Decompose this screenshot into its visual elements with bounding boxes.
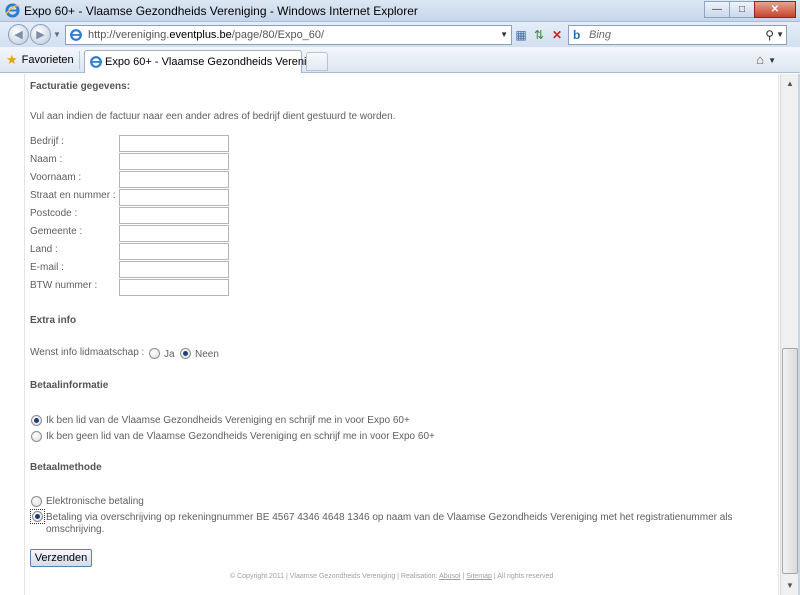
non-member-registration-label: Ik ben geen lid van de Vlaamse Gezondhei… (46, 431, 435, 442)
bank-transfer-label-line1: Betaling via overschrijving op rekeningn… (46, 512, 733, 523)
footer-link-abusol[interactable]: Abusol (439, 573, 460, 580)
membership-yes-radio[interactable] (149, 348, 160, 359)
address-bar[interactable]: http://vereniging.eventplus.be/page/80/E… (65, 25, 512, 45)
invoice-intro: Vul aan indien de factuur naar een ander… (30, 111, 396, 122)
address-url: http://vereniging.eventplus.be/page/80/E… (88, 29, 325, 41)
new-tab-button[interactable] (306, 52, 328, 71)
bedrijf-field[interactable] (119, 135, 229, 152)
page-favicon-icon (70, 29, 82, 41)
submit-button[interactable]: Verzenden (30, 549, 92, 567)
voornaam-field[interactable] (119, 171, 229, 188)
refresh-icon[interactable]: ⇅ (530, 26, 548, 44)
label-land: Land : (30, 244, 58, 255)
maximize-button[interactable]: □ (729, 1, 755, 18)
electronic-payment-radio[interactable] (31, 496, 42, 507)
non-member-registration-radio[interactable] (31, 431, 42, 442)
forward-button[interactable]: ▶ (30, 24, 51, 45)
extra-info-heading: Extra info (30, 315, 77, 326)
favorites-bar: ★ Favorieten Expo 60+ - Vlaamse Gezondhe… (0, 47, 800, 73)
close-icon: ✕ (770, 4, 780, 15)
search-placeholder: Bing (589, 29, 612, 41)
internet-explorer-icon (5, 3, 20, 18)
scroll-down-icon[interactable]: ▼ (782, 577, 798, 593)
payment-info-heading: Betaalinformatie (30, 380, 109, 391)
label-bedrijf: Bedrijf : (30, 136, 64, 147)
page-footer: © Copyright 2011 | Vlaamse Gezondheids V… (230, 573, 553, 580)
membership-question: Wenst info lidmaatschap : (30, 347, 145, 358)
home-dropdown-icon[interactable]: ▼ (768, 56, 776, 65)
minimize-icon: — (712, 4, 722, 15)
favorites-label: Favorieten (21, 54, 74, 66)
email-field[interactable] (119, 261, 229, 278)
land-field[interactable] (119, 243, 229, 260)
bing-logo-icon: b (573, 28, 581, 42)
vertical-scrollbar[interactable]: ▲ ▼ (780, 74, 798, 595)
bank-transfer-radio[interactable] (32, 511, 43, 522)
membership-yes-label: Ja (164, 349, 175, 360)
label-straat: Straat en nummer : (30, 190, 116, 201)
membership-no-radio[interactable] (180, 348, 191, 359)
browser-viewport: Facturatie gegevens: Vul aan indien de f… (0, 74, 780, 595)
gemeente-field[interactable] (119, 225, 229, 242)
bank-transfer-label-line2: omschrijving. (46, 524, 105, 535)
member-registration-label: Ik ben lid van de Vlaamse Gezondheids Ve… (46, 415, 410, 426)
search-provider-dropdown-icon[interactable]: ▼ (776, 30, 784, 39)
search-box[interactable]: b Bing ⚲ ▼ (568, 25, 787, 45)
straat-field[interactable] (119, 189, 229, 206)
membership-no-label: Neen (195, 349, 219, 360)
label-postcode: Postcode : (30, 208, 78, 219)
back-arrow-icon: ◀ (14, 29, 23, 41)
tab-favicon-icon (90, 56, 102, 68)
label-btw: BTW nummer : (30, 280, 98, 291)
label-voornaam: Voornaam : (30, 172, 82, 183)
naam-field[interactable] (119, 153, 229, 170)
window-title: Expo 60+ - Vlaamse Gezondheids Verenigin… (24, 4, 418, 18)
address-dropdown-icon[interactable]: ▼ (500, 30, 508, 39)
label-email: E-mail : (30, 262, 64, 273)
recent-pages-dropdown-icon[interactable]: ▼ (53, 30, 61, 39)
btw-field[interactable] (119, 279, 229, 296)
label-gemeente: Gemeente : (30, 226, 83, 237)
close-window-button[interactable]: ✕ (754, 1, 796, 18)
star-icon: ★ (6, 52, 18, 67)
maximize-icon: □ (738, 4, 746, 15)
invoice-heading: Facturatie gegevens: (30, 81, 131, 92)
compatibility-view-icon[interactable]: ▦ (512, 26, 530, 44)
payment-method-heading: Betaalmethode (30, 462, 102, 473)
member-registration-radio[interactable] (31, 415, 42, 426)
search-icon[interactable]: ⚲ (765, 28, 774, 42)
footer-separator: | (462, 573, 465, 580)
label-naam: Naam : (30, 154, 63, 165)
tab-label: Expo 60+ - Vlaamse Gezondheids Verenigin… (105, 56, 328, 68)
home-icon[interactable]: ⌂ (756, 52, 764, 67)
back-button[interactable]: ◀ (8, 24, 29, 45)
postcode-field[interactable] (119, 207, 229, 224)
minimize-button[interactable]: — (704, 1, 730, 18)
window-controls: — □ ✕ (704, 1, 796, 18)
page-body: Facturatie gegevens: Vul aan indien de f… (24, 74, 779, 595)
stop-icon[interactable]: ✕ (548, 26, 566, 44)
toolbar-divider (79, 51, 80, 69)
forward-arrow-icon: ▶ (36, 29, 45, 41)
window-title-bar: Expo 60+ - Vlaamse Gezondheids Verenigin… (0, 0, 800, 22)
footer-copyright: © Copyright 2011 | Vlaamse Gezondheids V… (230, 573, 438, 580)
electronic-payment-label: Elektronische betaling (46, 496, 144, 507)
tab-expo-60[interactable]: Expo 60+ - Vlaamse Gezondheids Verenigin… (84, 50, 327, 73)
scroll-up-icon[interactable]: ▲ (782, 75, 798, 91)
favorites-button[interactable]: ★ Favorieten (6, 52, 74, 68)
scrollbar-thumb[interactable] (782, 348, 798, 574)
navigation-bar: ◀ ▶ ▼ http://vereniging.eventplus.be/pag… (0, 22, 800, 47)
footer-rights: | All rights reserved (493, 573, 554, 580)
footer-link-sitemap[interactable]: Sitemap (466, 573, 492, 580)
